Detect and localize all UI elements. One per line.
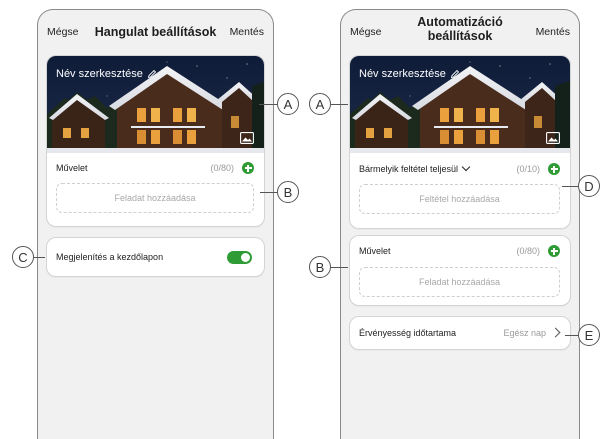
plus-icon[interactable]: [548, 245, 560, 257]
condition-dropdown[interactable]: Bármelyik feltétel teljesül: [359, 162, 516, 174]
callout-d: D: [578, 175, 600, 197]
edit-name-button[interactable]: Név szerkesztése: [359, 68, 460, 80]
cancel-button[interactable]: Mégse: [47, 26, 79, 38]
validity-card[interactable]: Érvényesség időtartama Egész nap: [349, 316, 571, 350]
image-icon[interactable]: [546, 132, 560, 144]
add-task-button[interactable]: Feladat hozzáadása: [359, 267, 560, 297]
add-task-button[interactable]: Feladat hozzáadása: [56, 183, 254, 213]
toggle-knob: [241, 253, 250, 262]
callout-e: E: [578, 324, 600, 346]
action-card: Művelet (0/80) Feladat hozzáadása: [349, 235, 571, 306]
validity-label: Érvényesség időtartama: [359, 328, 457, 338]
action-count: (0/80): [516, 246, 540, 256]
save-button[interactable]: Mentés: [536, 26, 570, 38]
homepage-card: Megjelenítés a kezdőlapon: [46, 237, 265, 277]
validity-value: Egész nap: [503, 328, 546, 338]
callout-line-d: [562, 186, 578, 187]
cancel-button[interactable]: Mégse: [350, 26, 382, 38]
homepage-label: Megjelenítés a kezdőlapon: [56, 252, 164, 262]
page-title: Hangulat beállítások: [94, 25, 217, 39]
add-condition-button[interactable]: Feltétel hozzáadása: [359, 184, 560, 214]
plus-icon[interactable]: [242, 162, 254, 174]
pencil-icon: [147, 69, 156, 79]
right-header: Mégse Automatizáció beállítások Mentés: [341, 10, 579, 54]
left-phone-screen: Mégse Hangulat beállítások Mentés Név sz…: [37, 9, 274, 439]
plus-icon[interactable]: [548, 163, 560, 175]
callout-b-right: B: [309, 256, 331, 278]
callout-line-e: [565, 335, 578, 336]
condition-count: (0/10): [516, 164, 540, 174]
callout-line-a-right: [331, 104, 348, 105]
callout-a-left: A: [277, 93, 299, 115]
cover-image: Név szerkesztése: [47, 56, 264, 153]
action-count: (0/80): [210, 163, 234, 173]
page-title: Automatizáció beállítások: [417, 15, 503, 43]
condition-row: Bármelyik feltétel teljesül (0/10): [359, 162, 560, 176]
save-button[interactable]: Mentés: [230, 26, 264, 38]
homepage-toggle[interactable]: [227, 251, 252, 264]
action-label: Művelet: [56, 163, 88, 173]
callout-line-b-right: [331, 267, 348, 268]
mood-card: Név szerkesztése Művelet (0/80) Feladat …: [46, 55, 265, 227]
callout-c: C: [12, 246, 34, 268]
callout-a-right: A: [309, 93, 331, 115]
image-icon[interactable]: [240, 132, 254, 144]
chevron-right-icon: [550, 327, 561, 338]
action-row: Művelet (0/80): [359, 244, 560, 258]
action-label: Művelet: [359, 246, 391, 256]
right-phone-screen: Mégse Automatizáció beállítások Mentés N…: [340, 9, 580, 439]
callout-line-b-left: [260, 192, 277, 193]
name-label: Név szerkesztése: [56, 68, 143, 80]
callout-b-left: B: [277, 181, 299, 203]
pencil-icon: [450, 69, 459, 79]
chevron-down-icon: [461, 162, 471, 172]
condition-label: Bármelyik feltétel teljesül: [359, 164, 459, 174]
left-header: Mégse Hangulat beállítások Mentés: [38, 10, 273, 54]
automation-card: Név szerkesztése Bármelyik feltétel telj…: [349, 55, 571, 229]
name-label: Név szerkesztése: [359, 68, 446, 80]
edit-name-button[interactable]: Név szerkesztése: [56, 68, 157, 80]
callout-line-c: [34, 257, 45, 258]
action-row: Művelet (0/80): [56, 161, 254, 175]
callout-line-a-left: [259, 104, 277, 105]
cover-image: Név szerkesztése: [350, 56, 570, 153]
